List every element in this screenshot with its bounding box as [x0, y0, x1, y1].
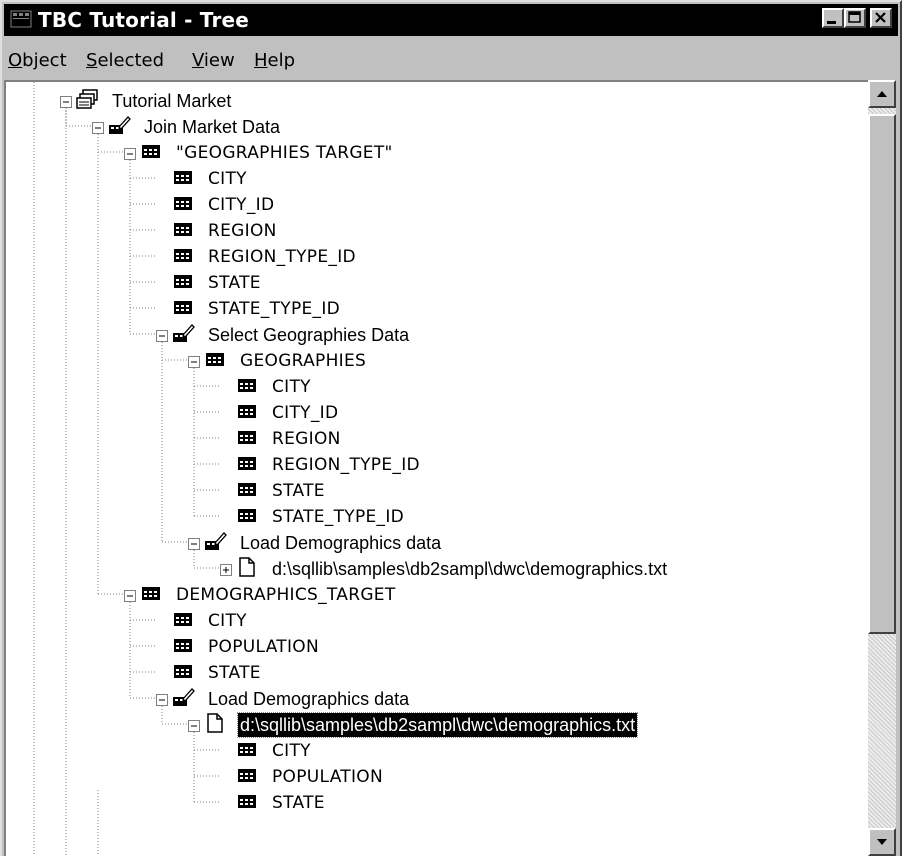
minimize-button[interactable] — [822, 8, 844, 28]
vertical-scrollbar[interactable] — [868, 80, 896, 856]
step-icon — [172, 686, 196, 712]
tree-node-label: REGION — [272, 429, 341, 449]
expand-icon[interactable] — [220, 562, 233, 576]
tree-node-label: STATE — [272, 481, 325, 501]
tree-node-label: STATE — [208, 663, 261, 683]
column-icon — [172, 192, 194, 218]
tree-node-label: "GEOGRAPHIES TARGET" — [176, 143, 393, 163]
column-icon — [172, 634, 194, 660]
tree-node-label: STATE — [208, 273, 261, 293]
close-button[interactable] — [870, 8, 892, 28]
menu-view-accel: V — [192, 50, 204, 71]
column-icon — [172, 166, 194, 192]
tree-node-label: Tutorial Market — [112, 91, 232, 111]
menu-object-label: bject — [22, 50, 67, 71]
tree-node-label: DEMOGRAPHICS_TARGET — [176, 585, 396, 605]
column-icon — [236, 790, 258, 816]
tree-node-label: STATE_TYPE_ID — [208, 299, 341, 319]
market-icon — [76, 88, 100, 114]
tree-node-label: CITY — [208, 169, 247, 189]
collapse-icon[interactable] — [124, 588, 137, 602]
tree-view[interactable]: Tutorial Market Join Market Data "GEOGRAPH… — [4, 80, 896, 856]
title-bar[interactable]: TBC Tutorial - Tree — [4, 4, 898, 36]
column-icon — [236, 426, 258, 452]
maximize-icon — [848, 11, 861, 23]
menu-help-label: elp — [267, 50, 296, 71]
arrow-up-icon — [877, 91, 887, 97]
arrow-down-icon — [877, 839, 887, 845]
column-icon — [172, 244, 194, 270]
table-icon — [140, 582, 162, 608]
tree-node-label: POPULATION — [272, 767, 383, 787]
tree-node-label: STATE_TYPE_ID — [272, 507, 405, 527]
table-icon — [140, 140, 162, 166]
collapse-icon[interactable] — [60, 94, 73, 108]
tree-node-label: CITY_ID — [272, 403, 339, 423]
tree-node-label: STATE — [272, 793, 325, 813]
tree-node-label: GEOGRAPHIES — [240, 351, 367, 371]
tree-node-label: Load Demographics data — [208, 689, 410, 709]
tree-node-label: d:\sqllib\samples\db2sampl\dwc\demograph… — [272, 559, 668, 579]
menu-object[interactable]: Object — [8, 50, 67, 72]
column-icon — [172, 608, 194, 634]
collapse-icon[interactable] — [188, 354, 201, 368]
collapse-icon[interactable] — [156, 328, 169, 342]
menu-help[interactable]: Help — [254, 50, 295, 72]
column-icon — [172, 296, 194, 322]
collapse-icon[interactable] — [156, 692, 169, 706]
menu-object-accel: O — [8, 50, 23, 71]
menu-view-label: iew — [203, 50, 235, 71]
column-icon — [236, 400, 258, 426]
menu-bar: Object Selected View Help — [4, 42, 898, 80]
column-icon — [236, 504, 258, 530]
tree-node-label: d:\sqllib\samples\db2sampl\dwc\demograph… — [236, 712, 639, 738]
menu-help-accel: H — [254, 50, 268, 71]
tree-node-label: CITY — [208, 611, 247, 631]
collapse-icon[interactable] — [188, 718, 201, 732]
column-icon — [236, 764, 258, 790]
file-icon — [236, 556, 258, 582]
window-title: TBC Tutorial - Tree — [38, 8, 250, 32]
tree-node-label: Load Demographics data — [240, 533, 442, 553]
tree-connector-lines — [33, 82, 220, 856]
app-icon — [10, 10, 32, 28]
tree-node-label: Join Market Data — [144, 117, 281, 137]
step-icon — [172, 322, 196, 348]
minimize-icon — [827, 21, 836, 24]
menu-selected-label: elected — [97, 50, 165, 71]
table-icon — [204, 348, 226, 374]
menu-selected-accel: S — [86, 50, 98, 71]
close-icon — [875, 12, 886, 23]
column-icon — [236, 374, 258, 400]
step-icon — [108, 114, 132, 140]
scroll-up-button[interactable] — [868, 80, 896, 108]
column-icon — [172, 218, 194, 244]
column-icon — [172, 270, 194, 296]
tree-node-label: REGION_TYPE_ID — [208, 247, 356, 267]
tree-node-label: REGION_TYPE_ID — [272, 455, 420, 475]
collapse-icon[interactable] — [188, 536, 201, 550]
collapse-icon[interactable] — [124, 146, 137, 160]
file-icon — [204, 712, 226, 738]
column-icon — [236, 478, 258, 504]
column-icon — [236, 738, 258, 764]
collapse-icon[interactable] — [92, 120, 105, 134]
tree-node-label: CITY — [272, 377, 311, 397]
menu-view[interactable]: View — [192, 50, 235, 72]
tree-node-label: POPULATION — [208, 637, 319, 657]
scroll-down-button[interactable] — [868, 828, 896, 856]
scroll-thumb[interactable] — [868, 114, 896, 634]
column-icon — [172, 660, 194, 686]
tree-node-label: CITY_ID — [208, 195, 275, 215]
tree-node-label: CITY — [272, 741, 311, 761]
tree-node-label: Select Geographies Data — [208, 325, 410, 345]
maximize-button[interactable] — [844, 8, 866, 28]
column-icon — [236, 452, 258, 478]
tree-node-label: REGION — [208, 221, 277, 241]
step-icon — [204, 530, 228, 556]
menu-selected[interactable]: Selected — [86, 50, 164, 72]
